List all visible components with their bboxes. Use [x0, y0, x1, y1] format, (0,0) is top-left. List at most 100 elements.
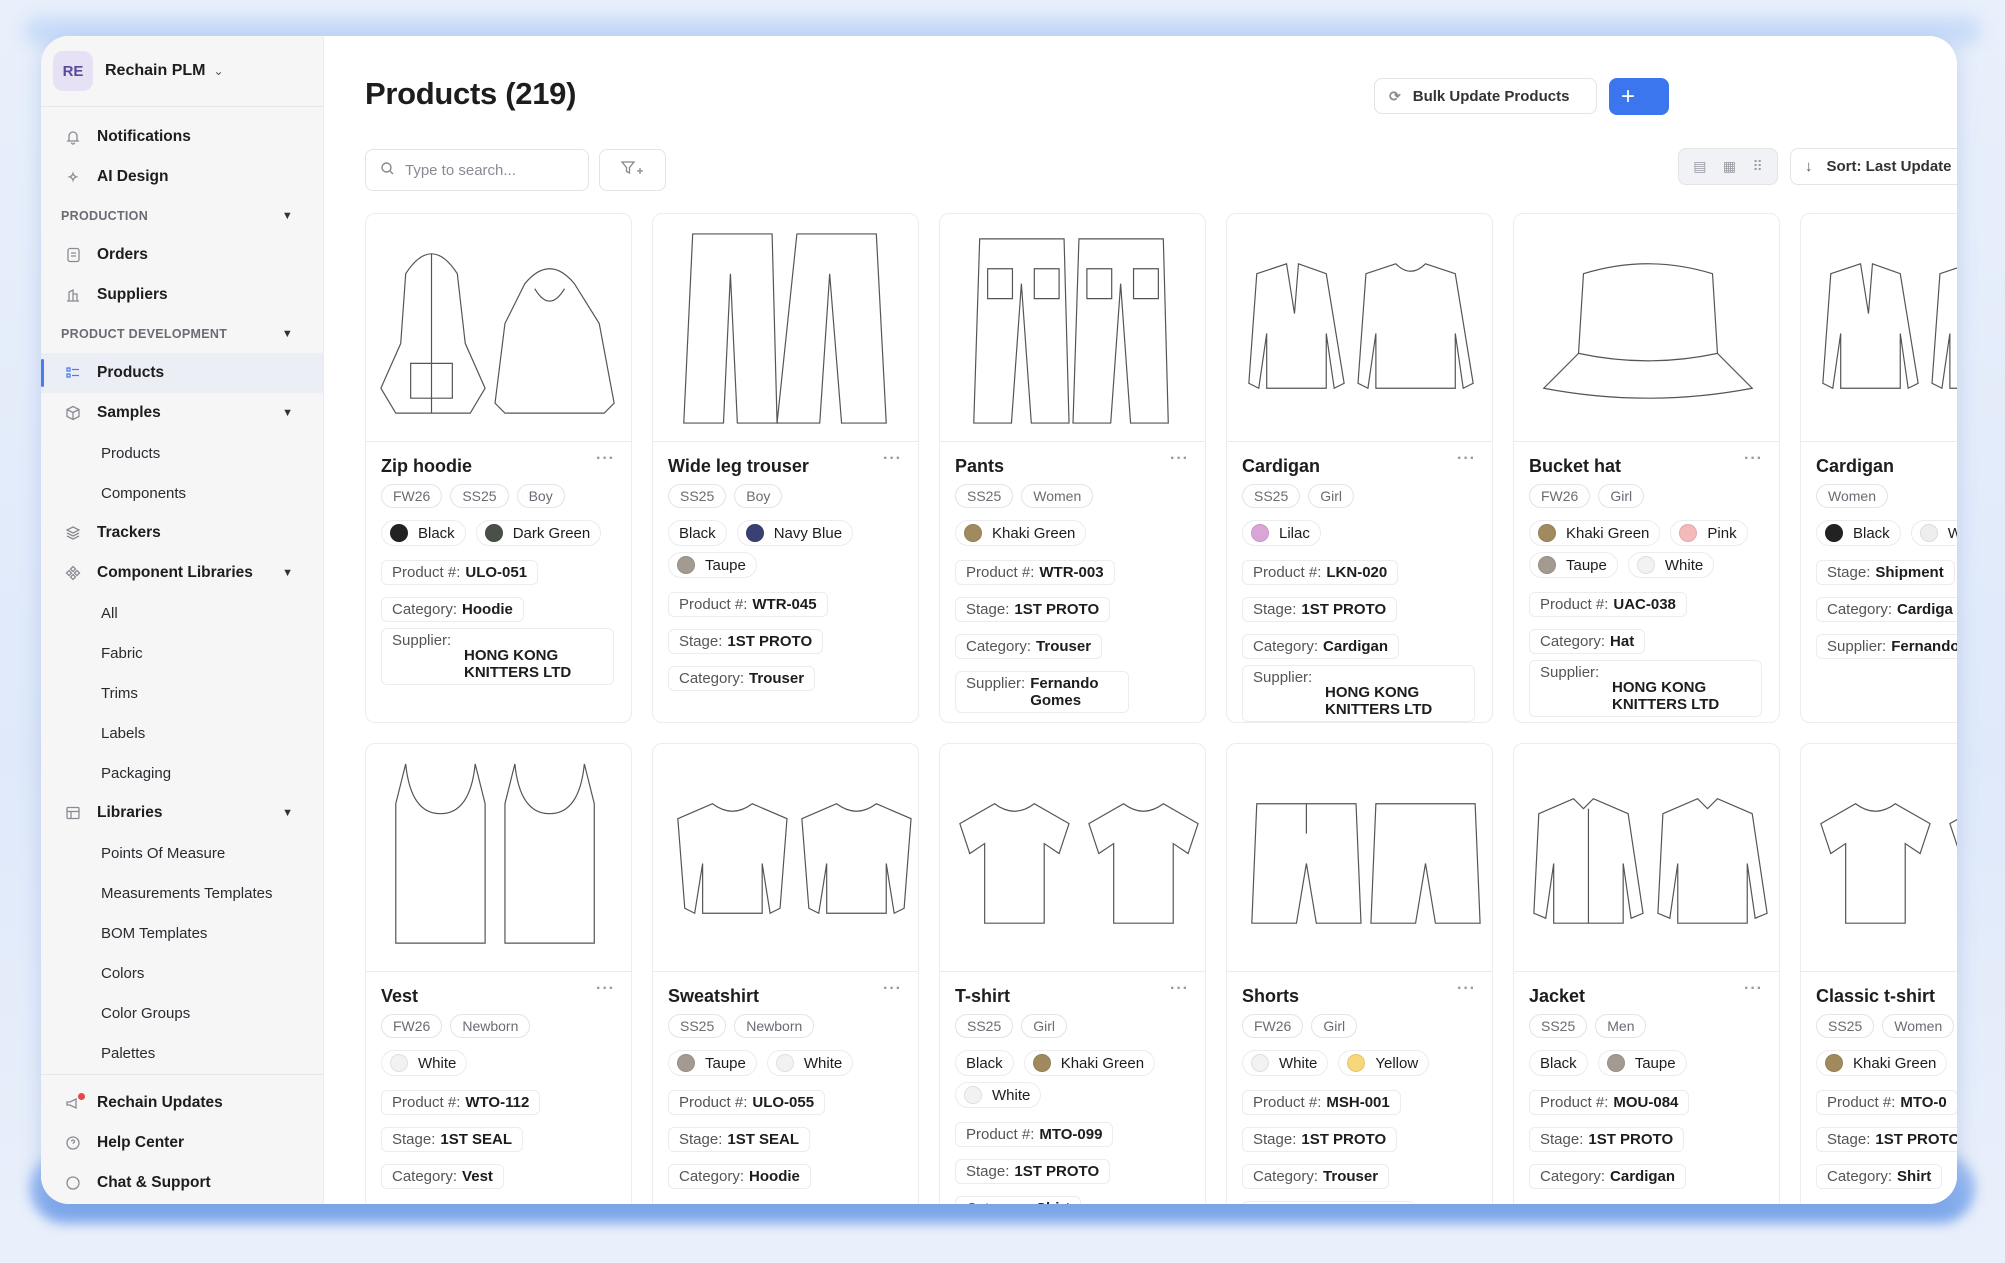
product-meta: Product #: WTR-003 Stage: 1ST PROTO Category… — [955, 554, 1189, 713]
sidebar-item-products[interactable]: Products — [41, 353, 323, 393]
sidebar-subitem-measurements-templates[interactable]: Measurements Templates — [41, 873, 323, 913]
product-card[interactable]: Bucket hat ··· FW26 Girl Khaki Green Pink Taup… — [1513, 213, 1780, 723]
product-card[interactable]: Cardigan ··· SS25 Girl Lilac Product #: LKN-02… — [1226, 213, 1493, 723]
product-card[interactable]: Zip hoodie ··· FW26 SS25 Boy Black Dark Green P… — [365, 213, 632, 723]
meta-field: Category: Cardigan — [1529, 1164, 1687, 1189]
color-swatch — [1636, 556, 1655, 574]
product-tag: Women — [1021, 484, 1094, 508]
product-card[interactable]: Sweatshirt ··· SS25 Newborn Taupe White Produc… — [652, 743, 919, 1204]
add-product-button[interactable]: + — [1609, 78, 1669, 115]
product-card[interactable]: Cardigan··· Women Black W Stage:Shipment Cate… — [1800, 213, 1957, 723]
color-chip: White — [1242, 1050, 1329, 1076]
sidebar-item-orders[interactable]: Orders — [41, 235, 323, 275]
sidebar-item-component-libraries[interactable]: Component Libraries ▼ — [41, 553, 323, 593]
sidebar-subitem-labels[interactable]: Labels — [41, 713, 323, 753]
product-card[interactable]: T-shirt ··· SS25 Girl Black Khaki Green White P… — [939, 743, 1206, 1204]
tag-list: FW26 Girl — [1529, 484, 1763, 510]
more-options-icon[interactable]: ··· — [1170, 450, 1189, 468]
sidebar-item-label: Libraries — [97, 804, 163, 821]
sidebar-subitem-fabric[interactable]: Fabric — [41, 633, 323, 673]
sort-button[interactable]: ↓ Sort: Last Update — [1790, 148, 1957, 185]
sidebar-item-libraries[interactable]: Libraries ▼ — [41, 793, 323, 833]
color-list: Khaki Green Pink Taupe White — [1529, 520, 1763, 578]
sidebar-item-ai-design[interactable]: ✧ AI Design — [41, 157, 323, 197]
product-meta: Product #: LKN-020 Stage: 1ST PROTO Category… — [1242, 554, 1476, 722]
product-tag: Women — [1816, 484, 1888, 508]
product-name-text: Bucket hat — [1529, 456, 1622, 476]
meta-value: LKN-020 — [1326, 564, 1388, 581]
search-input[interactable] — [405, 161, 575, 179]
color-swatch — [1032, 1054, 1051, 1072]
sidebar-subitem-packaging[interactable]: Packaging — [41, 753, 323, 793]
sidebar-item-notifications[interactable]: Notifications — [41, 117, 323, 157]
product-sketch-image — [1801, 744, 1957, 972]
product-card[interactable]: Vest ··· FW26 Newborn White Product #: WTO-112… — [365, 743, 632, 1204]
sidebar-subitem-sample-products[interactable]: Products — [41, 433, 323, 473]
more-options-icon[interactable]: ··· — [1744, 980, 1763, 998]
sidebar-item-chat-support[interactable]: Chat & Support — [41, 1163, 323, 1203]
product-card[interactable]: Shorts ··· FW26 Girl White Yellow Product #: MS… — [1226, 743, 1493, 1204]
product-tag: Newborn — [450, 1014, 531, 1038]
sidebar-subitem-sample-components[interactable]: Components — [41, 473, 323, 513]
refresh-icon: ⟳ — [1389, 87, 1401, 104]
sidebar-item-trackers[interactable]: Trackers — [41, 513, 323, 553]
meta-value: HONG KONG KNITTERS LTD — [1612, 679, 1720, 713]
sidebar-subitem-colors[interactable]: Colors — [41, 953, 323, 993]
meta-value: 1ST PROTO — [1588, 1131, 1674, 1148]
product-tag: FW26 — [1529, 484, 1591, 508]
meta-field: Stage: 1ST PROTO — [668, 629, 824, 654]
sidebar-item-suppliers[interactable]: Suppliers — [41, 275, 323, 315]
meta-value: Hat — [1610, 633, 1635, 650]
grid-view-icon[interactable]: ▦ — [1723, 158, 1736, 175]
product-card[interactable]: Classic t-shirt··· SS25 Women Khaki GreenWh… — [1800, 743, 1957, 1204]
sidebar-subitem-bom-templates[interactable]: BOM Templates — [41, 913, 323, 953]
add-filter-button[interactable] — [599, 149, 666, 191]
more-options-icon[interactable]: ··· — [1457, 450, 1476, 468]
product-tag: SS25 — [450, 484, 509, 508]
sidebar-subitem-points-of-measure[interactable]: Points Of Measure — [41, 833, 323, 873]
color-chip: White — [381, 1050, 468, 1076]
bulk-update-button[interactable]: ⟳ Bulk Update Products — [1374, 78, 1597, 114]
sidebar: RE Rechain PLM ⌄ Notifications ✧ AI Desi… — [41, 36, 324, 1204]
more-options-icon[interactable]: ··· — [883, 450, 902, 468]
more-options-icon[interactable]: ··· — [596, 980, 615, 998]
product-card[interactable]: Pants ··· SS25 Women Khaki Green Product #: WT… — [939, 213, 1206, 723]
help-icon — [64, 1134, 82, 1152]
meta-label: Product #: — [1253, 564, 1322, 581]
meta-field: Category: Cardigan — [1242, 634, 1400, 659]
sidebar-subitem-all[interactable]: All — [41, 593, 323, 633]
section-product-development[interactable]: PRODUCT DEVELOPMENT ▼ — [41, 315, 323, 353]
meta-value: 1ST PROTO — [1301, 601, 1387, 618]
section-production[interactable]: PRODUCTION ▼ — [41, 197, 323, 235]
product-card[interactable]: Jacket ··· SS25 Men Black Taupe Product #: MOU-… — [1513, 743, 1780, 1204]
more-options-icon[interactable]: ··· — [883, 980, 902, 998]
sidebar-item-rechain-updates[interactable]: Rechain Updates — [41, 1083, 323, 1123]
product-tag: Boy — [516, 484, 565, 508]
more-options-icon[interactable]: ··· — [1744, 450, 1763, 468]
workspace-switcher[interactable]: RE Rechain PLM ⌄ — [51, 50, 311, 92]
meta-value: Trouser — [749, 670, 805, 687]
layers-icon — [64, 524, 82, 542]
table-view-icon[interactable]: ▤ — [1693, 158, 1706, 175]
compact-view-icon[interactable]: ⠿ — [1753, 158, 1763, 175]
sidebar-divider — [41, 106, 323, 107]
sidebar-item-help-center[interactable]: Help Center — [41, 1123, 323, 1163]
product-tag: Men — [1595, 1014, 1647, 1038]
product-sketch-image — [1227, 214, 1492, 442]
sidebar-subitem-color-groups[interactable]: Color Groups — [41, 993, 323, 1033]
color-list: Black Dark Green — [381, 520, 615, 546]
meta-label: Category: — [1540, 1168, 1606, 1185]
meta-value: 1ST PROTO — [1301, 1131, 1387, 1148]
color-name: Taupe — [1566, 556, 1607, 574]
sidebar-item-samples[interactable]: Samples ▼ — [41, 393, 323, 433]
color-name: Khaki Green — [992, 524, 1076, 542]
tag-list: SS25 Women — [1816, 1014, 1957, 1040]
more-options-icon[interactable]: ··· — [1457, 980, 1476, 998]
more-options-icon[interactable]: ··· — [1170, 980, 1189, 998]
product-card[interactable]: Wide leg trouser ··· SS25 Boy Black Navy Blue… — [652, 213, 919, 723]
more-options-icon[interactable]: ··· — [596, 450, 615, 468]
product-tag: Boy — [734, 484, 783, 508]
sidebar-subitem-trims[interactable]: Trims — [41, 673, 323, 713]
chat-icon — [64, 1174, 82, 1192]
sidebar-subitem-palettes[interactable]: Palettes — [41, 1033, 323, 1073]
